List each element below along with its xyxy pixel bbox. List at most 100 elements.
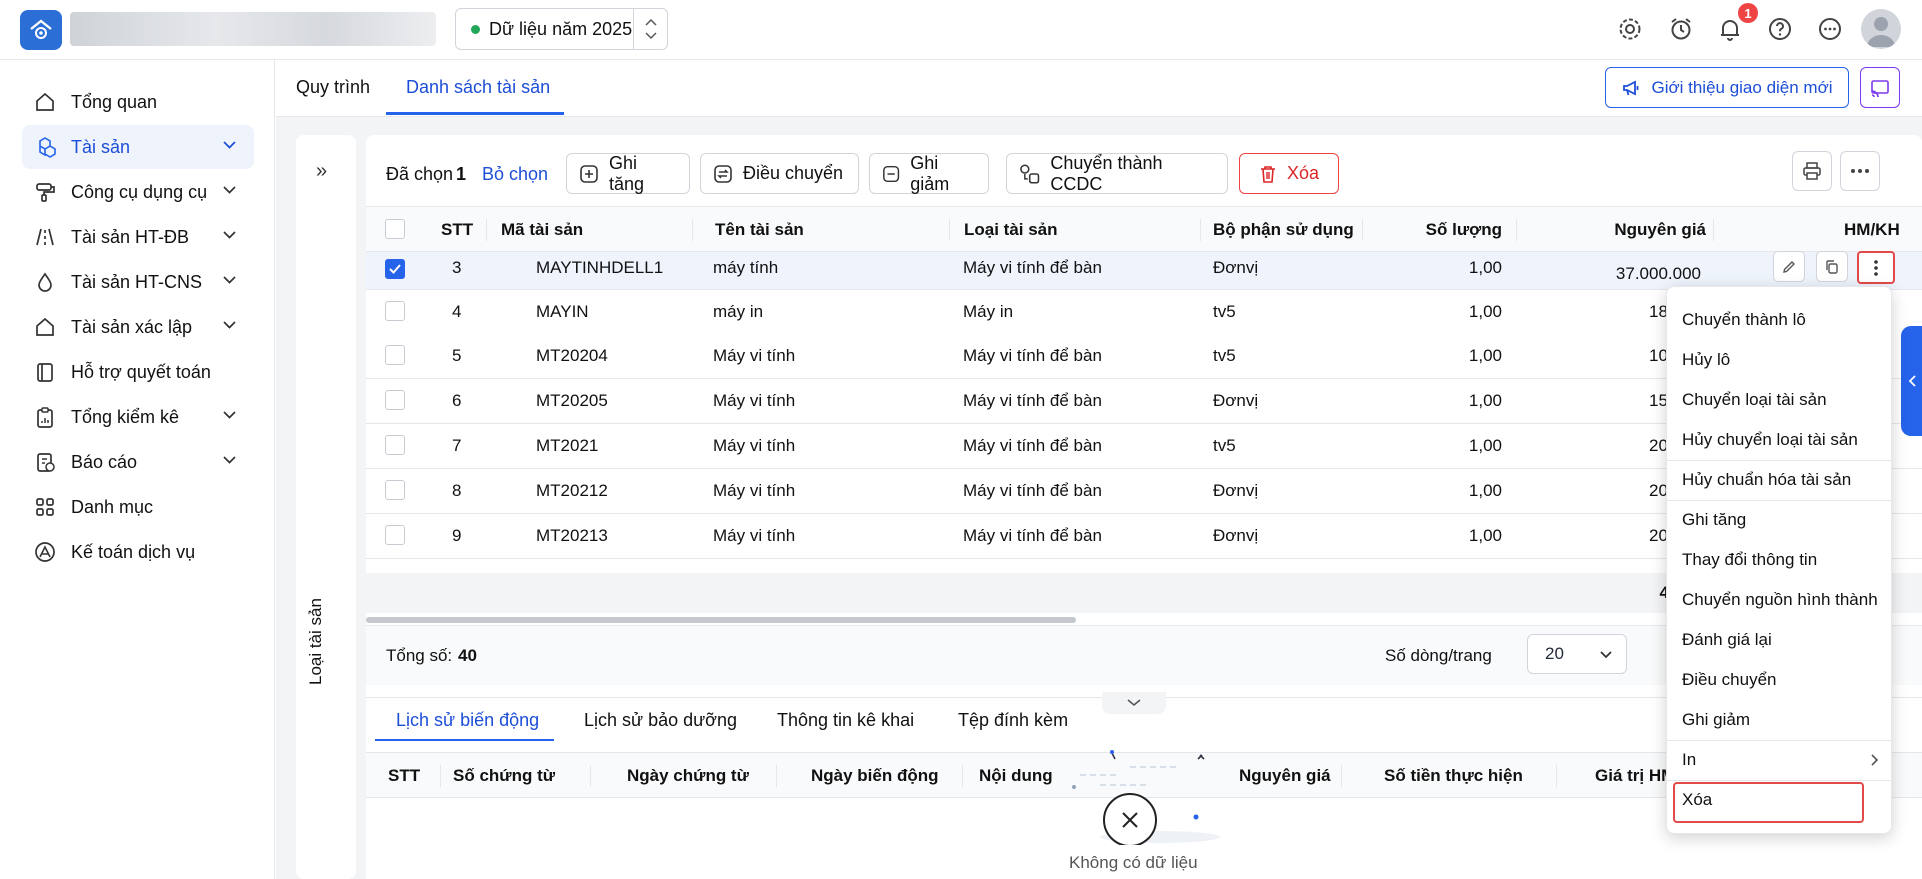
- print-button[interactable]: [1792, 151, 1832, 191]
- sidebar-item-tai-san-ht-cns[interactable]: Tài sản HT-CNS: [22, 260, 254, 304]
- chevron-down-icon: [1600, 651, 1612, 659]
- pencil-icon: [1783, 260, 1795, 273]
- help-icon[interactable]: [1764, 13, 1796, 45]
- menu-thay-doi-thong-tin[interactable]: Thay đổi thông tin: [1682, 550, 1817, 570]
- header-nguyen-gia[interactable]: Nguyên giá: [1526, 220, 1706, 240]
- row-checkbox[interactable]: [385, 345, 405, 365]
- edit-row-button[interactable]: [1773, 251, 1805, 282]
- tab-danh-sach-tai-san[interactable]: Danh sách tài sản: [406, 77, 550, 98]
- cell-stt: 6: [452, 391, 462, 410]
- intro-new-ui-button[interactable]: Giới thiệu giao diện mới: [1605, 67, 1849, 108]
- row-checkbox[interactable]: [385, 390, 405, 410]
- header-so-luong[interactable]: Số lượng: [1366, 220, 1502, 240]
- table-row[interactable]: 3 MAYTINHDELL1 máy tính Máy vi tính để bàn Đ…: [366, 252, 1922, 290]
- select-all-checkbox[interactable]: [385, 219, 405, 239]
- row-checkbox[interactable]: [385, 480, 405, 500]
- menu-chuyen-loai-tai-san[interactable]: Chuyển loại tài sản: [1682, 390, 1827, 410]
- cast-button[interactable]: [1860, 67, 1900, 108]
- chevron-down-icon[interactable]: [644, 32, 657, 40]
- tab-tep-dinh-kem[interactable]: Tệp đính kèm: [958, 710, 1068, 731]
- chevron-down-icon: [223, 186, 236, 194]
- dieu-chuyen-button[interactable]: Điều chuyển: [700, 153, 859, 194]
- menu-chuyen-nguon-hinh-thanh[interactable]: Chuyển nguồn hình thành: [1682, 590, 1878, 610]
- sidebar-item-ke-toan-dich-vu[interactable]: Kế toán dịch vụ: [22, 530, 254, 574]
- chevron-up-icon[interactable]: [644, 18, 657, 26]
- selected-prefix: Đã chọn: [386, 164, 454, 184]
- header-ten-tai-san[interactable]: Tên tài sản: [715, 220, 804, 240]
- deselect-link[interactable]: Bỏ chọn: [482, 164, 548, 185]
- cast-icon: [1871, 79, 1889, 97]
- header-stt[interactable]: STT: [441, 220, 473, 240]
- cell-ma-tai-san: MT20204: [536, 346, 608, 365]
- more-options-button[interactable]: [1840, 151, 1880, 191]
- horizontal-scrollbar[interactable]: [366, 617, 1076, 623]
- cell-stt: 8: [452, 481, 462, 500]
- header-bo-phan-su-dung[interactable]: Bộ phận sử dụng: [1213, 220, 1354, 240]
- cell-ten-tai-san: máy in: [713, 302, 764, 321]
- ghi-giam-button[interactable]: Ghi giảm: [869, 153, 989, 194]
- delete-button[interactable]: Xóa: [1239, 153, 1339, 194]
- header-ma-tai-san[interactable]: Mã tài sản: [501, 220, 583, 240]
- asset-table-header: STT Mã tài sản Tên tài sản Loại tài sản …: [366, 206, 1922, 252]
- alarm-clock-icon[interactable]: [1665, 13, 1697, 45]
- side-drawer-tab[interactable]: [1901, 326, 1922, 436]
- sidebar-item-tong-kiem-ke[interactable]: Tổng kiểm kê: [22, 395, 254, 439]
- sidebar-item-tai-san-ht-db[interactable]: Tài sản HT-ĐB: [22, 215, 254, 259]
- sidebar-item-label: Công cụ dụng cụ: [71, 181, 208, 202]
- cell-ten-tai-san: Máy vi tính: [713, 481, 796, 500]
- sidebar-item-tai-san-xac-lap[interactable]: Tài sản xác lập: [22, 305, 254, 349]
- app-name-blurred: [70, 12, 436, 46]
- cell-ma-tai-san: MAYTINHDELL1: [536, 258, 664, 277]
- sidebar-item-tai-san[interactable]: Tài sản: [22, 125, 254, 169]
- chevron-down-icon: [223, 141, 236, 149]
- menu-chuyen-thanh-lo[interactable]: Chuyển thành lô: [1682, 310, 1806, 330]
- tab-quy-trinh[interactable]: Quy trình: [296, 77, 370, 98]
- gear-icon[interactable]: [1614, 13, 1646, 45]
- menu-ghi-giam[interactable]: Ghi giảm: [1682, 710, 1750, 730]
- cell-bo-phan-su-dung: tv5: [1213, 346, 1236, 365]
- menu-danh-gia-lai[interactable]: Đánh giá lại: [1682, 630, 1772, 650]
- rows-per-page-select[interactable]: 20: [1527, 634, 1627, 674]
- sidebar-item-bao-cao[interactable]: Báo cáo: [22, 440, 254, 484]
- app-logo[interactable]: [20, 10, 62, 50]
- menu-huy-chuyen-loai-tai-san[interactable]: Hủy chuyển loại tài sản: [1682, 430, 1858, 450]
- chevron-left-icon: [1908, 375, 1916, 387]
- avatar[interactable]: [1861, 9, 1901, 49]
- year-selector[interactable]: Dữ liệu năm 2025: [455, 8, 668, 50]
- row-checkbox[interactable]: [385, 301, 405, 321]
- menu-huy-chuan-hoa-tai-san[interactable]: Hủy chuẩn hóa tài sản: [1682, 470, 1851, 490]
- chuyen-ccdc-button[interactable]: Chuyển thành CCDC: [1006, 153, 1228, 194]
- menu-huy-lo[interactable]: Hủy lô: [1682, 350, 1730, 370]
- menu-dieu-chuyen[interactable]: Điều chuyển: [1682, 670, 1777, 690]
- sidebar-item-danh-muc[interactable]: Danh mục: [22, 485, 254, 529]
- cell-bo-phan-su-dung: Đơnvị: [1213, 526, 1259, 545]
- ghi-tang-button[interactable]: Ghi tăng: [566, 153, 690, 194]
- row-checkbox[interactable]: [385, 259, 405, 279]
- row-checkbox[interactable]: [385, 435, 405, 455]
- rows-per-page-value: 20: [1545, 644, 1564, 663]
- sidebar-item-label: Tài sản HT-ĐB: [71, 226, 190, 247]
- tab-thong-tin-ke-khai[interactable]: Thông tin kê khai: [777, 710, 914, 731]
- tab-lich-su-bao-duong[interactable]: Lịch sử bảo dưỡng: [584, 710, 737, 731]
- expand-panel-icon[interactable]: »: [316, 160, 327, 183]
- year-spinner[interactable]: [633, 9, 667, 49]
- cell-stt: 9: [452, 526, 462, 545]
- more-circle-icon[interactable]: [1814, 13, 1846, 45]
- collapse-detail-button[interactable]: [1102, 692, 1166, 714]
- header-hm-kh[interactable]: HM/KH: [1844, 220, 1900, 240]
- sidebar-item-ho-tro-quyet-toan[interactable]: Hỗ trợ quyết toán: [22, 350, 254, 394]
- menu-ghi-tang[interactable]: Ghi tăng: [1682, 510, 1746, 530]
- printer-icon: [1803, 162, 1821, 180]
- sidebar-item-label: Tài sản HT-CNS: [71, 271, 203, 292]
- menu-in[interactable]: In: [1682, 750, 1696, 770]
- sidebar-item-tong-quan[interactable]: Tổng quan: [22, 80, 254, 124]
- duplicate-row-button[interactable]: [1816, 251, 1848, 282]
- header-loai-tai-san[interactable]: Loại tài sản: [964, 220, 1058, 240]
- empty-state-text: Không có dữ liệu: [1069, 853, 1198, 872]
- row-actions-kebab-button[interactable]: [1857, 251, 1895, 284]
- tab-lich-su-bien-dong[interactable]: Lịch sử biến động: [396, 710, 539, 731]
- year-label: Dữ liệu năm 2025: [489, 18, 633, 39]
- row-checkbox[interactable]: [385, 525, 405, 545]
- sidebar-item-cong-cu-dung-cu[interactable]: Công cụ dụng cụ: [22, 170, 254, 214]
- bheader-noi-dung: Nội dung: [979, 766, 1053, 785]
